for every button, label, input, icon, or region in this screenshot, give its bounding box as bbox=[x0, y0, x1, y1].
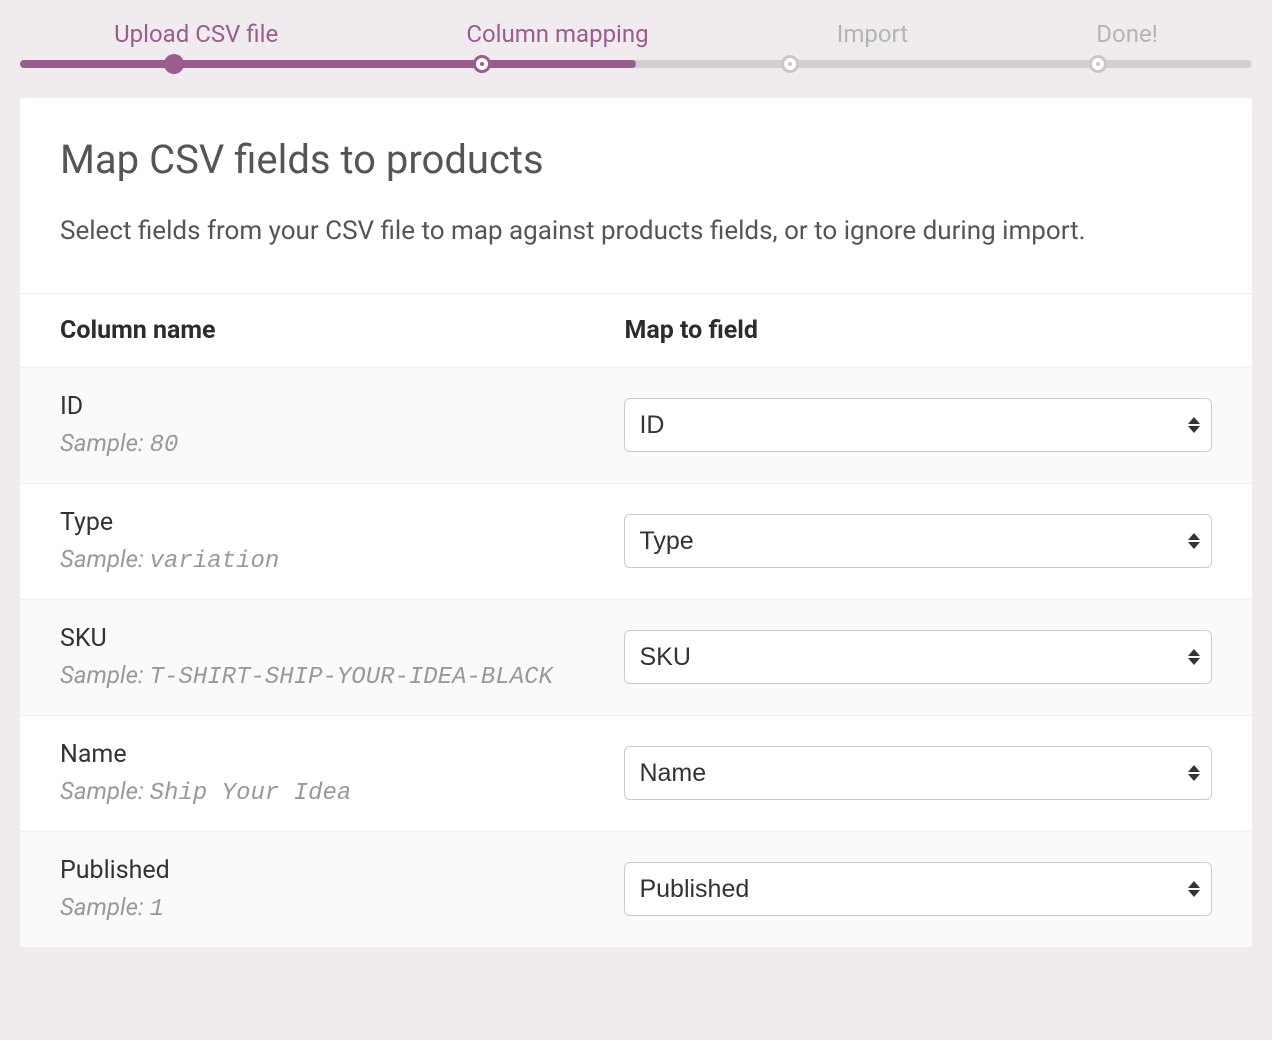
progress-bar bbox=[20, 60, 1252, 68]
column-name-label: Type bbox=[60, 508, 624, 537]
table-row: Type Sample: variation Type bbox=[20, 483, 1252, 599]
map-field-select-id[interactable]: ID bbox=[624, 398, 1212, 452]
table-header: Column name Map to field bbox=[20, 294, 1252, 367]
map-field-select-published[interactable]: Published bbox=[624, 862, 1212, 916]
header-map-to-field: Map to field bbox=[624, 316, 1212, 345]
column-name-label: Published bbox=[60, 856, 624, 885]
column-name-label: Name bbox=[60, 740, 624, 769]
header-column-name: Column name bbox=[60, 316, 624, 345]
progress-dot-done bbox=[1092, 58, 1104, 70]
column-sample: Sample: 1 bbox=[60, 893, 624, 923]
column-sample: Sample: T-SHIRT-SHIP-YOUR-IDEA-BLACK bbox=[60, 661, 624, 691]
table-row: SKU Sample: T-SHIRT-SHIP-YOUR-IDEA-BLACK… bbox=[20, 599, 1252, 715]
column-name-label: SKU bbox=[60, 624, 624, 653]
column-name-label: ID bbox=[60, 392, 624, 421]
progress-stepper: Upload CSV file Column mapping Import Do… bbox=[0, 0, 1272, 68]
step-import: Import bbox=[837, 20, 908, 48]
map-field-select-name[interactable]: Name bbox=[624, 746, 1212, 800]
step-upload-csv[interactable]: Upload CSV file bbox=[114, 20, 278, 48]
mapping-card: Map CSV fields to products Select fields… bbox=[20, 98, 1252, 947]
mapping-table: Column name Map to field ID Sample: 80 I… bbox=[20, 294, 1252, 947]
column-sample: Sample: 80 bbox=[60, 429, 624, 459]
page-title: Map CSV fields to products bbox=[60, 136, 1212, 183]
column-sample: Sample: Ship Your Idea bbox=[60, 777, 624, 807]
step-column-mapping[interactable]: Column mapping bbox=[466, 20, 648, 48]
progress-dot-upload bbox=[164, 54, 184, 74]
map-field-select-type[interactable]: Type bbox=[624, 514, 1212, 568]
step-done: Done! bbox=[1096, 20, 1158, 48]
progress-bar-fill bbox=[20, 60, 636, 68]
column-sample: Sample: variation bbox=[60, 545, 624, 575]
table-row: Published Sample: 1 Published bbox=[20, 831, 1252, 947]
card-header: Map CSV fields to products Select fields… bbox=[20, 98, 1252, 294]
progress-dot-mapping bbox=[476, 58, 488, 70]
progress-dot-import bbox=[784, 58, 796, 70]
map-field-select-sku[interactable]: SKU bbox=[624, 630, 1212, 684]
table-row: Name Sample: Ship Your Idea Name bbox=[20, 715, 1252, 831]
page-description: Select fields from your CSV file to map … bbox=[60, 211, 1212, 253]
table-row: ID Sample: 80 ID bbox=[20, 367, 1252, 483]
